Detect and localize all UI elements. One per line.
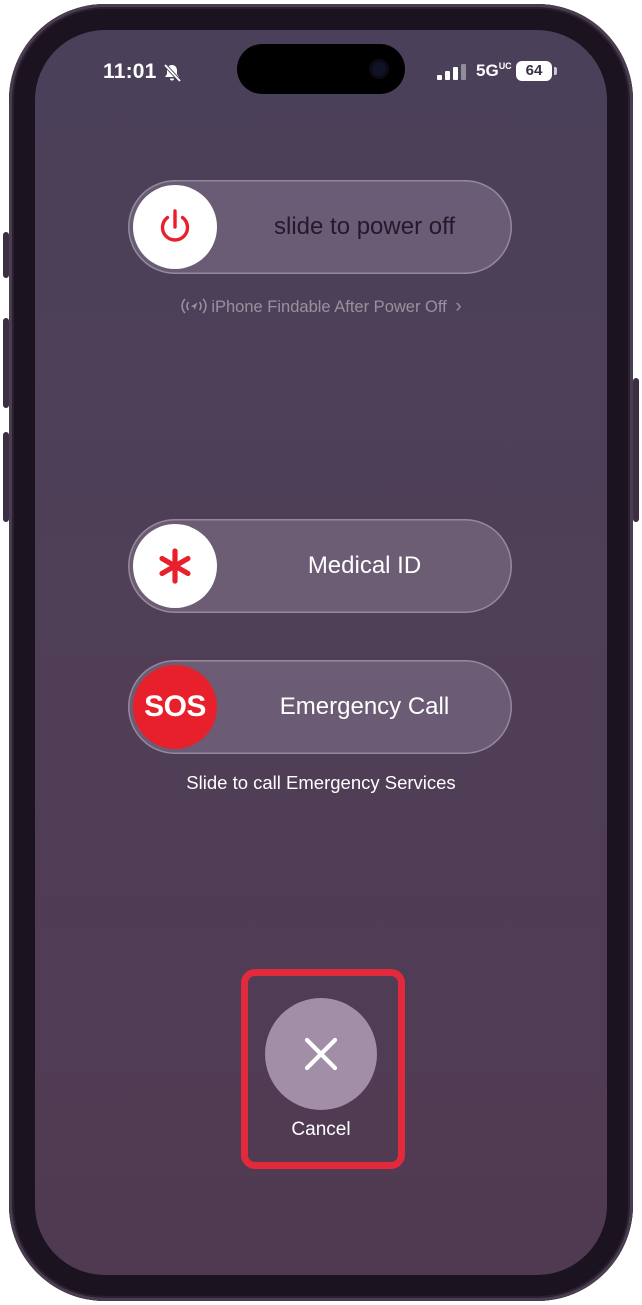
- close-icon: [304, 1037, 338, 1071]
- action-button: [3, 232, 9, 278]
- volume-up-button: [3, 318, 9, 408]
- emergency-call-label: Emergency Call: [279, 693, 450, 720]
- findable-text: iPhone Findable After Power Off: [211, 298, 447, 316]
- network-type: 5G: [476, 61, 499, 80]
- dynamic-island: [237, 44, 405, 94]
- medical-id-knob[interactable]: [133, 524, 217, 608]
- screen: 11:01 5GUC 64 slide to power off iPhone …: [35, 30, 607, 1275]
- battery-indicator: 64: [516, 61, 552, 81]
- emergency-caption: Slide to call Emergency Services: [186, 772, 456, 793]
- asterisk-icon: [159, 548, 191, 584]
- cancel-label: Cancel: [291, 1119, 351, 1140]
- medical-id-label: Medical ID: [307, 552, 422, 579]
- front-camera: [369, 59, 389, 79]
- power-off-knob[interactable]: [133, 185, 217, 269]
- cellular-signal-icon: [437, 64, 466, 80]
- power-off-label: slide to power off: [274, 213, 455, 240]
- medical-id-slider[interactable]: Medical ID: [128, 519, 512, 613]
- side-button: [633, 378, 639, 522]
- bell-slash-icon: [163, 63, 182, 83]
- chevron-right-icon: ›: [455, 296, 462, 317]
- find-my-icon: [181, 298, 207, 314]
- power-icon: [160, 209, 190, 242]
- network-indicator: 5GUC: [476, 61, 512, 81]
- status-time: 11:01: [103, 60, 157, 83]
- network-suffix: UC: [498, 61, 512, 71]
- volume-down-button: [3, 432, 9, 522]
- power-off-slider[interactable]: slide to power off: [128, 180, 512, 274]
- emergency-call-slider[interactable]: SOS Emergency Call: [128, 660, 512, 754]
- sos-knob[interactable]: SOS: [133, 665, 217, 749]
- cancel-button[interactable]: [265, 998, 377, 1110]
- battery-tip: [554, 67, 557, 75]
- findable-link[interactable]: iPhone Findable After Power Off ›: [35, 296, 607, 318]
